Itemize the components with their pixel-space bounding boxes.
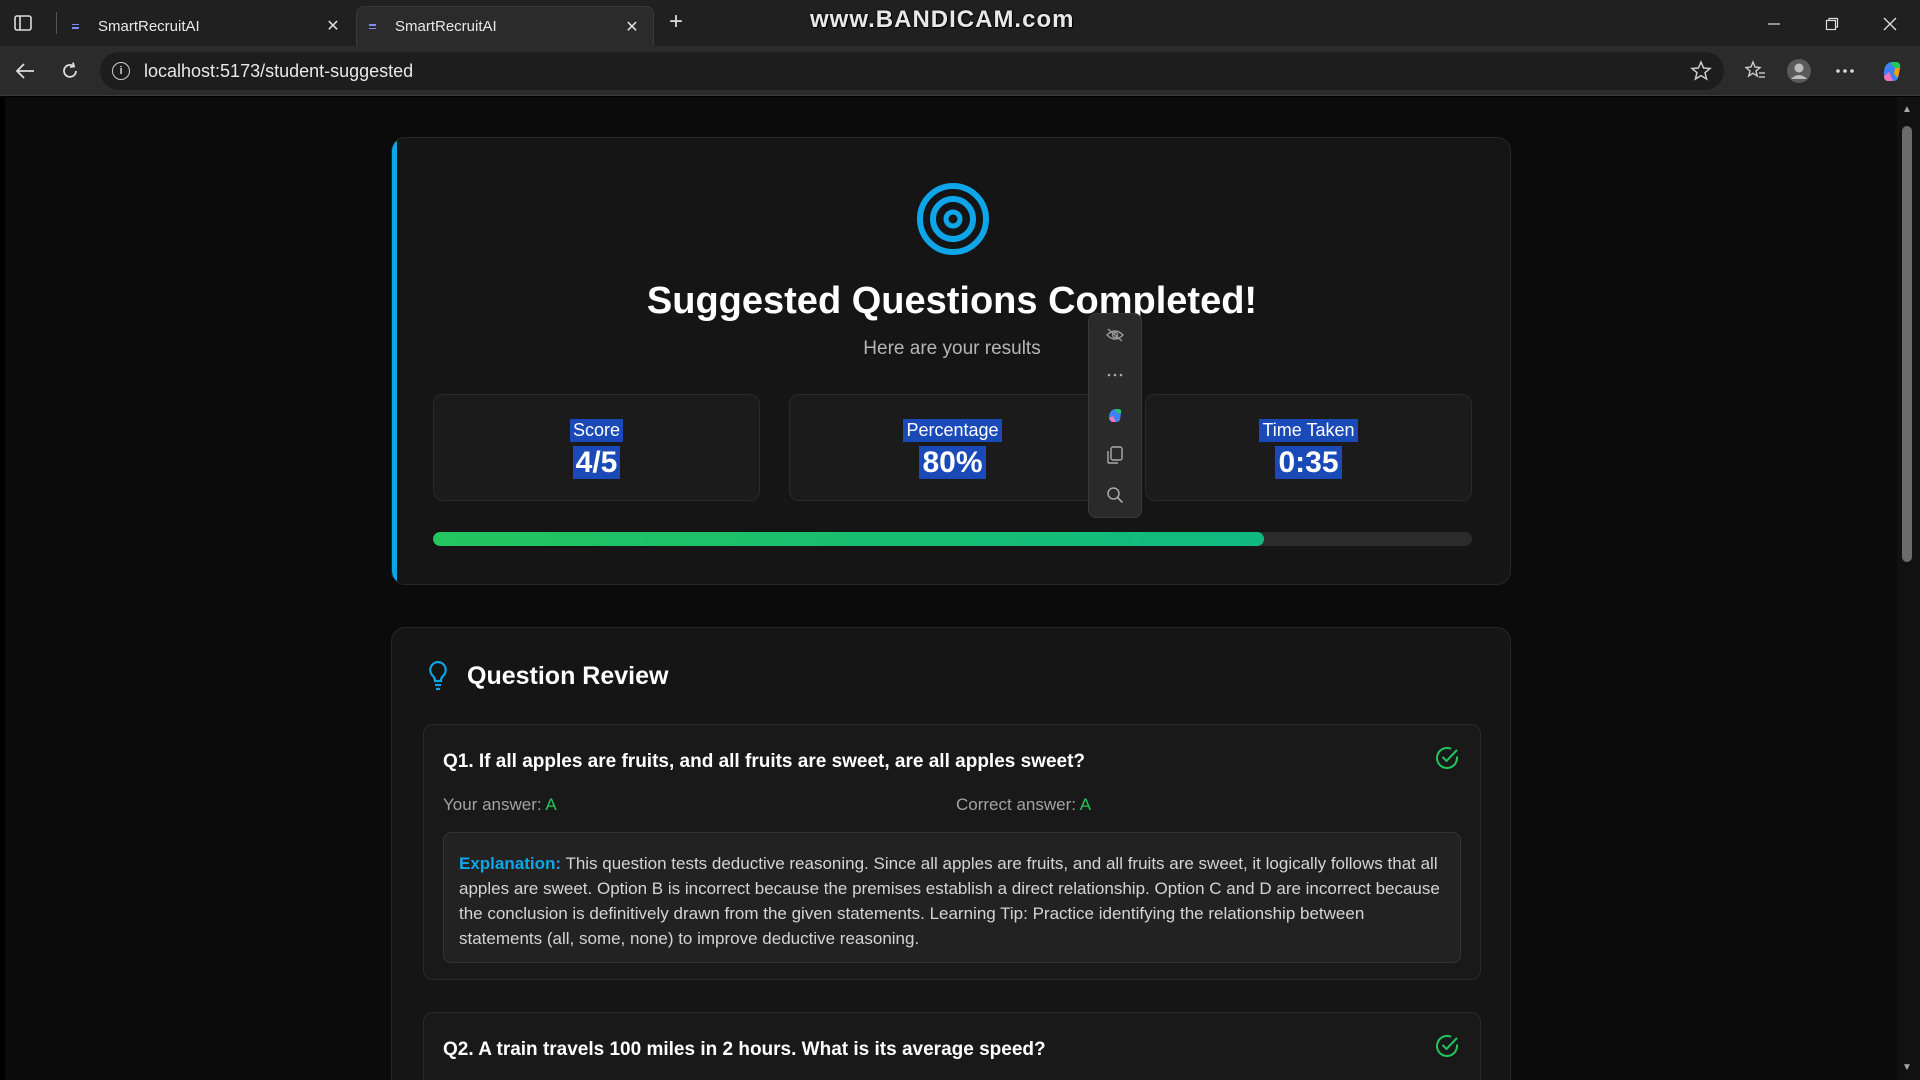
url-text[interactable]: localhost:5173/student-suggested	[144, 61, 413, 82]
results-card: Suggested Questions Completed! Here are …	[391, 137, 1511, 585]
target-icon	[917, 183, 989, 255]
page-favicon-icon	[72, 21, 82, 31]
tab-title: SmartRecruitAI	[395, 18, 497, 35]
scroll-up-arrow-icon[interactable]: ▲	[1900, 104, 1914, 116]
recording-watermark: www.BANDICAM.com	[810, 6, 1075, 33]
site-info-icon[interactable]: i	[112, 62, 130, 80]
browser-tab-1[interactable]: SmartRecruitAI ✕	[60, 6, 354, 46]
back-arrow-icon[interactable]	[12, 58, 38, 84]
correct-answer-value: A	[1079, 795, 1092, 814]
progress-fill	[433, 532, 1265, 546]
correct-check-icon	[1436, 1035, 1458, 1057]
correct-answer: Correct answer: A	[956, 795, 1092, 814]
restore-icon[interactable]	[1820, 12, 1844, 36]
question-text: Q1. If all apples are fruits, and all fr…	[443, 751, 1086, 772]
question-text: Q2. A train travels 100 miles in 2 hours…	[443, 1039, 1046, 1060]
question-review-card: Question Review Q1. If all apples are fr…	[391, 627, 1511, 1080]
lightbulb-icon	[429, 660, 447, 691]
explanation-box: Explanation: This question tests deducti…	[443, 832, 1461, 963]
hide-eye-slash-icon[interactable]	[1104, 324, 1126, 346]
more-options-icon[interactable]	[1104, 364, 1126, 386]
selection-mini-toolbar	[1088, 313, 1142, 518]
favorite-star-icon[interactable]	[1690, 60, 1712, 87]
new-tab-icon[interactable]: +	[664, 10, 688, 35]
copilot-icon[interactable]	[1879, 58, 1905, 84]
stat-label: Percentage	[903, 419, 1002, 442]
scrollbar-thumb[interactable]	[1902, 126, 1912, 562]
your-answer: Your answer: A	[443, 795, 557, 814]
profile-avatar-icon[interactable]	[1786, 58, 1812, 84]
tab-close-icon[interactable]: ✕	[324, 17, 342, 35]
more-menu-icon[interactable]	[1832, 58, 1858, 84]
close-window-icon[interactable]	[1878, 12, 1902, 36]
tab-close-icon[interactable]: ✕	[623, 18, 641, 36]
stat-time-taken: Time Taken 0:35	[1145, 394, 1472, 501]
scroll-down-arrow-icon[interactable]: ▼	[1900, 1062, 1914, 1074]
stat-label: Score	[569, 419, 624, 442]
stat-label: Time Taken	[1259, 419, 1358, 442]
tab-title: SmartRecruitAI	[98, 17, 200, 35]
results-subtitle: Here are your results	[863, 338, 1041, 359]
browser-tab-2-active[interactable]: SmartRecruitAI ✕	[356, 6, 654, 46]
browser-tab-bar: SmartRecruitAI ✕ SmartRecruitAI ✕ + www.…	[0, 0, 1920, 46]
stat-score: Score 4/5	[433, 394, 760, 501]
search-icon[interactable]	[1104, 484, 1126, 506]
your-answer-value: A	[545, 795, 557, 814]
accent-bar	[392, 138, 397, 584]
stat-value: 0:35	[1146, 446, 1471, 480]
review-header: Question Review	[427, 660, 668, 692]
results-title: Suggested Questions Completed!	[646, 280, 1258, 322]
copilot-icon[interactable]	[1104, 404, 1126, 426]
score-progress-bar	[433, 532, 1472, 546]
address-bar[interactable]: i localhost:5173/student-suggested	[100, 52, 1724, 90]
question-card: Q1. If all apples are fruits, and all fr…	[423, 724, 1481, 980]
stat-value: 80%	[790, 446, 1115, 480]
page-favicon-icon	[369, 22, 379, 32]
favorites-list-icon[interactable]	[1742, 58, 1768, 84]
browser-toolbar: i localhost:5173/student-suggested	[0, 46, 1920, 96]
sidebar-toggle-icon[interactable]	[12, 12, 34, 34]
minimize-icon[interactable]	[1762, 12, 1786, 36]
reload-icon[interactable]	[57, 58, 83, 84]
explanation-label: Explanation:	[459, 854, 562, 873]
copy-icon[interactable]	[1104, 444, 1126, 466]
stat-percentage: Percentage 80%	[789, 394, 1116, 501]
stat-value: 4/5	[434, 446, 759, 480]
correct-check-icon	[1436, 747, 1458, 769]
question-card: Q2. A train travels 100 miles in 2 hours…	[423, 1012, 1481, 1080]
explanation-text: This question tests deductive reasoning.…	[459, 854, 1440, 948]
review-title: Question Review	[467, 661, 669, 690]
tab-divider	[56, 12, 57, 34]
